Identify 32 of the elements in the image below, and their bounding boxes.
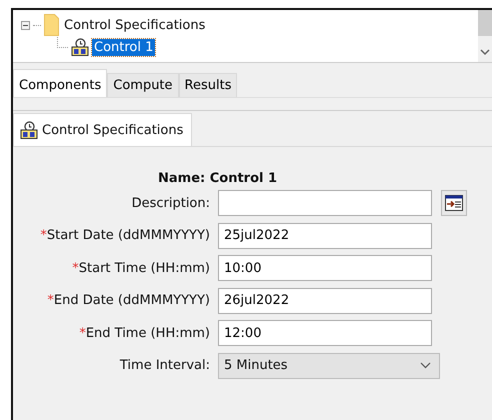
input-field[interactable]: 12:00 (218, 320, 432, 346)
input-field[interactable]: 10:00 (218, 255, 432, 282)
field-label: End Time (HH:mm) (86, 326, 210, 341)
folder-icon (44, 14, 59, 36)
field-label: End Date (ddMMMYYYY) (54, 293, 210, 308)
field-label: Start Time (HH:mm) (78, 260, 210, 276)
field-label: Time Interval: (120, 358, 210, 374)
dropdown[interactable]: 5 Minutes (218, 352, 440, 379)
required-marker: * (40, 228, 47, 244)
clock-calendar-icon (20, 121, 38, 139)
input-field[interactable]: 25jul2022 (218, 222, 432, 249)
input-field[interactable] (218, 190, 432, 216)
chevron-down-icon (420, 362, 431, 370)
tree-item[interactable]: Control Specifications (62, 16, 208, 34)
required-marker: * (79, 326, 86, 341)
tree-item[interactable]: Control 1 (92, 38, 156, 56)
collapse-toggle[interactable] (21, 20, 30, 30)
tab-label: Control Specifications (42, 122, 184, 138)
tab[interactable]: Control Specifications (13, 113, 192, 146)
name-label: Name: Control 1 (157, 171, 278, 187)
tab[interactable]: Components (13, 69, 108, 97)
caret-icon[interactable] (480, 49, 490, 56)
tab[interactable]: Results (178, 73, 238, 97)
field-label: Description: (132, 196, 210, 211)
editor-button[interactable] (441, 190, 467, 216)
scrollbar[interactable] (478, 10, 492, 62)
required-marker: * (47, 293, 54, 308)
input-field[interactable]: 26jul2022 (218, 288, 432, 314)
field-label: Start Date (ddMMMYYYY) (46, 228, 210, 244)
required-marker: * (72, 260, 79, 276)
tab[interactable]: Compute (107, 73, 179, 97)
clock-calendar-icon (71, 38, 89, 56)
